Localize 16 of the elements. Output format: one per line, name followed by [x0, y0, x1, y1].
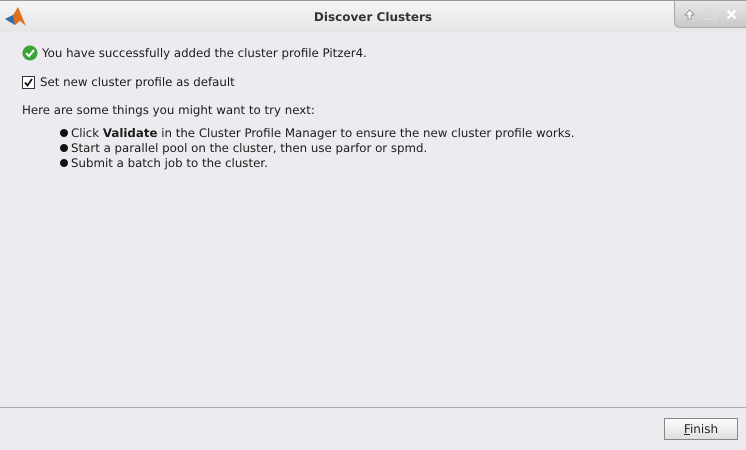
- check-circle-icon: [22, 45, 38, 61]
- finish-button[interactable]: Finish: [664, 418, 738, 440]
- bullet-icon: [60, 144, 68, 152]
- default-checkbox[interactable]: [22, 76, 35, 88]
- suggestion-text: Click Validate in the Cluster Profile Manager to ensure the new cluster profile works.: [71, 126, 574, 140]
- window-title: Discover Clusters: [312, 10, 434, 24]
- bullet-icon: [60, 159, 68, 167]
- success-message: You have successfully added the cluster profile Pitzer4.: [42, 46, 367, 60]
- up-arrow-icon[interactable]: [684, 8, 695, 20]
- checkbox-label: Set new cluster profile as default: [40, 75, 235, 89]
- logo-icon: [4, 6, 28, 28]
- maximize-icon[interactable]: [705, 8, 716, 20]
- intro-text: Here are some things you might want to try next:: [22, 103, 316, 117]
- suggestion-text: Submit a batch job to the cluster.: [71, 156, 268, 170]
- suggestion-text: Start a parallel pool on the cluster, then use parfor or spmd.: [71, 141, 428, 155]
- bullet-icon: [60, 129, 68, 137]
